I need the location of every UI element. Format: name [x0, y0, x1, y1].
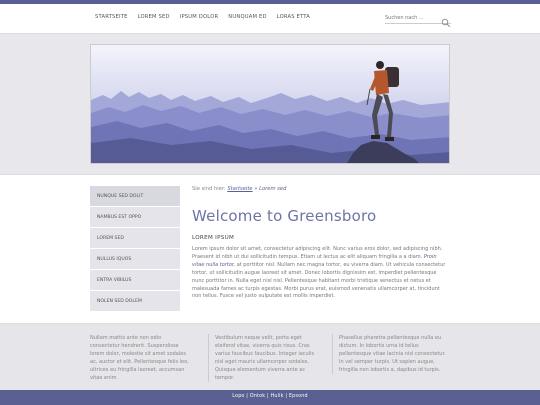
search-box — [385, 12, 451, 28]
body-paragraph: Lorem ipsum dolor sit amet, consectetur … — [192, 246, 450, 301]
footer-column-2: Vestibulum neque velit, porta eget eleif… — [208, 334, 322, 382]
footer-column-3: Phasellus pharetra pellentesque nulla eu… — [332, 334, 450, 374]
hero-image — [90, 44, 450, 164]
breadcrumb-separator: » — [254, 186, 258, 192]
footer-link-hulik[interactable]: Hulik — [271, 394, 284, 399]
main-nav: Startseite Lorem sed Ipsum dolor Nunquam… — [95, 14, 310, 20]
sidebar-item-nullus-iquos[interactable]: Nullus iquos — [90, 249, 180, 270]
footer-column-1: Nullam mattis ante non odio consectetur … — [90, 335, 189, 381]
breadcrumb-current: Lorem sed — [259, 186, 287, 192]
footer-link-ontok[interactable]: Ontok — [250, 394, 265, 399]
nav-item-lorem-sed[interactable]: Lorem sed — [138, 14, 170, 20]
search-icon[interactable] — [441, 13, 451, 28]
sidebar-item-entra-vibilus[interactable]: Entra Vibilus — [90, 270, 180, 291]
breadcrumb-prefix: Sie sind hier: — [192, 186, 226, 192]
banner-section — [0, 33, 540, 175]
nav-item-startseite[interactable]: Startseite — [95, 14, 128, 20]
header: Startseite Lorem sed Ipsum dolor Nunquam… — [0, 4, 540, 33]
sidebar-nav: Nunque sed dolit Nambus est oppo Lorem s… — [90, 186, 180, 312]
section-subtitle: LOREM IPSUM — [192, 235, 235, 241]
breadcrumb: Sie sind hier: Startseite » Lorem sed — [192, 186, 450, 198]
sidebar-item-nambus-est-oppo[interactable]: Nambus est oppo — [90, 207, 180, 228]
bottom-bar: Lopo | Ontok | Hulik | Epsond — [0, 390, 540, 405]
footer-columns: Nullam mattis ante non odio consectetur … — [0, 323, 540, 390]
breadcrumb-link[interactable]: Startseite — [227, 186, 252, 192]
page-title: Welcome to Greensboro — [192, 207, 377, 225]
sidebar-item-nunque-sed-dolit[interactable]: Nunque sed dolit — [90, 186, 180, 207]
sidebar-item-nolen-sed-dolem[interactable]: Nolen sed dolem — [90, 291, 180, 312]
main-content: Sie sind hier: Startseite » Lorem sed We… — [192, 186, 450, 301]
sidebar-item-lorem-sed[interactable]: Lorem sed — [90, 228, 180, 249]
footer-link-epsond[interactable]: Epsond — [289, 394, 308, 399]
footer-link-lopo[interactable]: Lopo — [232, 394, 244, 399]
body-text-part-1: Lorem ipsum dolor sit amet, consectetur … — [192, 246, 443, 260]
nav-item-nunquam-ed[interactable]: Nunquam ed — [228, 14, 266, 20]
nav-item-ipsum-dolor[interactable]: Ipsum dolor — [180, 14, 219, 20]
footer-links: Lopo | Ontok | Hulik | Epsond — [232, 394, 308, 399]
nav-item-loras-etta[interactable]: Loras Etta — [277, 14, 310, 20]
search-input[interactable] — [385, 13, 437, 22]
